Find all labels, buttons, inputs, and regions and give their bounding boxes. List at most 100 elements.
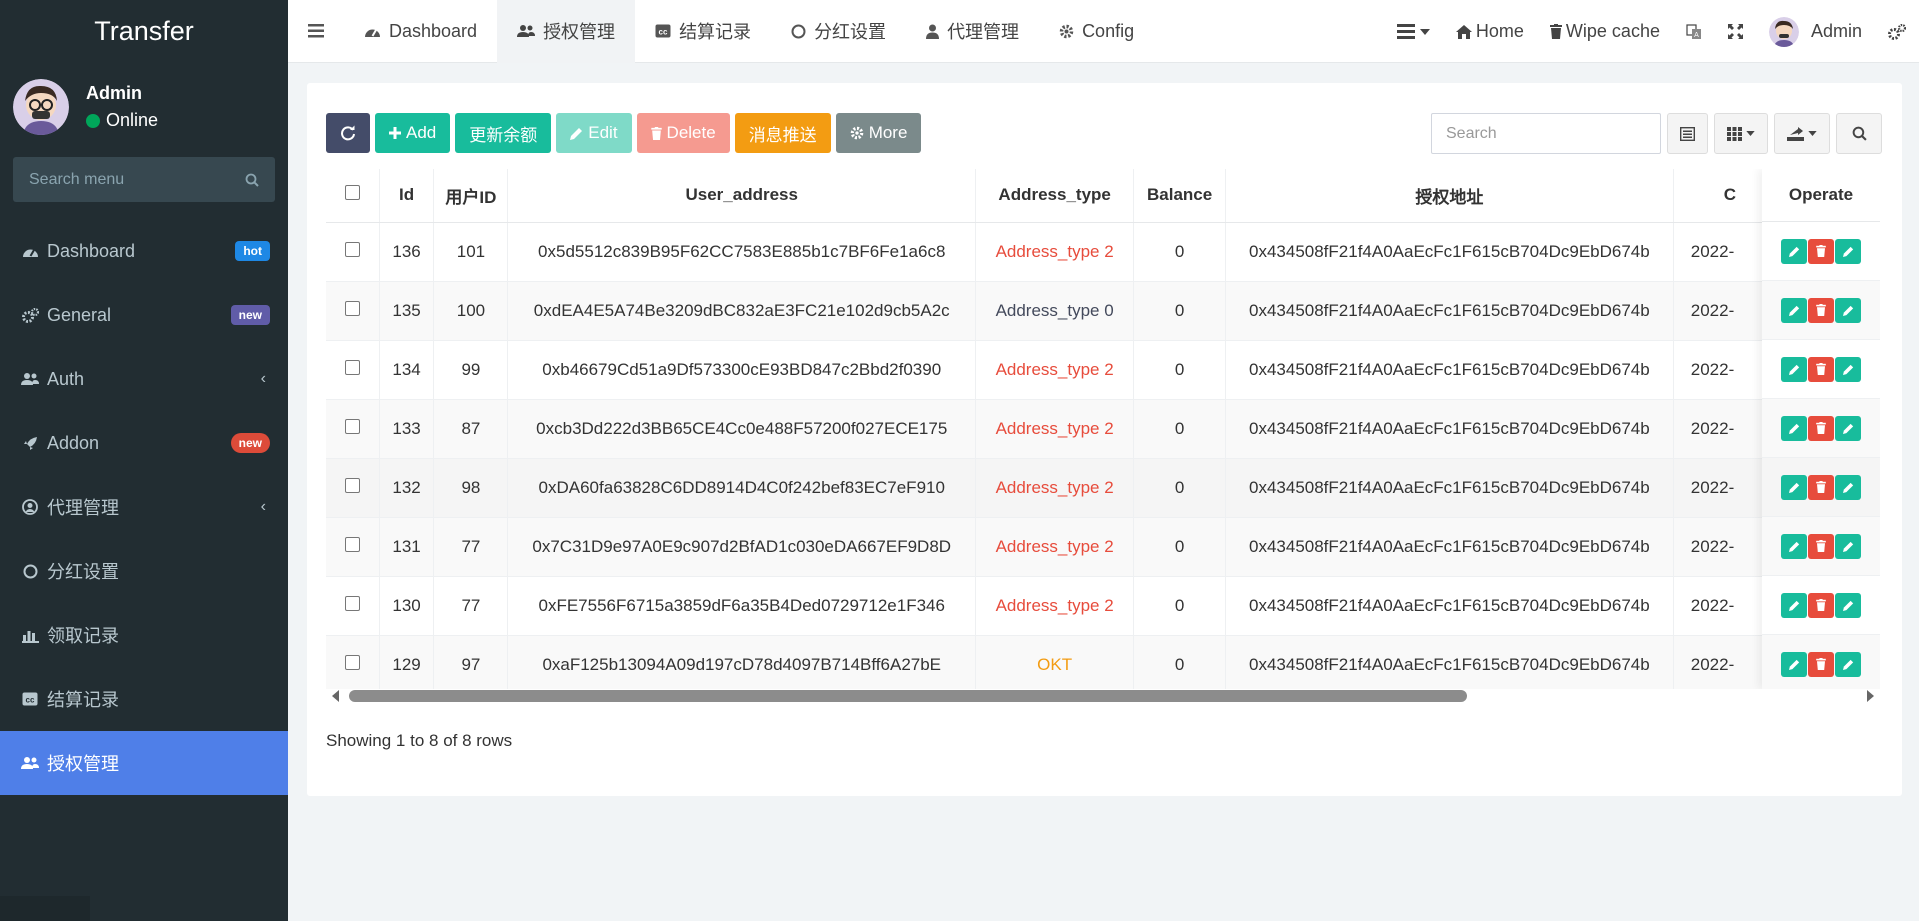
table-row[interactable]: 133 87 0xcb3Dd222d3BB65CE4Cc0e488F57200f02… bbox=[326, 399, 1880, 459]
brand-logo[interactable]: Transfer bbox=[0, 0, 288, 63]
row-delete-button[interactable] bbox=[1808, 238, 1834, 264]
operate-cell bbox=[1762, 340, 1880, 399]
horizontal-scrollbar[interactable] bbox=[326, 689, 1880, 703]
export-dropdown-button[interactable] bbox=[1774, 113, 1830, 154]
col-address-type[interactable]: Address_type bbox=[975, 169, 1135, 223]
sidebar-item-dashboard[interactable]: Dashboard hot bbox=[0, 219, 288, 283]
row-edit-button[interactable] bbox=[1781, 592, 1807, 618]
scroll-right-icon[interactable] bbox=[1867, 690, 1874, 702]
row-edit-alt-button[interactable] bbox=[1835, 238, 1861, 264]
tab-authorization[interactable]: 授权管理 bbox=[497, 0, 636, 63]
table-row[interactable]: 130 77 0xFE7556F6715a3859dF6a35B4Ded072971… bbox=[326, 576, 1880, 636]
row-checkbox[interactable] bbox=[344, 477, 360, 493]
cell-address-type: Address_type 2 bbox=[975, 458, 1135, 518]
row-edit-alt-button[interactable] bbox=[1835, 474, 1861, 500]
row-checkbox[interactable] bbox=[344, 359, 360, 375]
svg-text:cc: cc bbox=[659, 28, 668, 37]
row-edit-alt-button[interactable] bbox=[1835, 592, 1861, 618]
row-delete-button[interactable] bbox=[1808, 592, 1834, 618]
settings-button[interactable] bbox=[1875, 0, 1919, 63]
search-toggle-button[interactable] bbox=[1836, 113, 1882, 154]
avatar bbox=[1768, 16, 1799, 47]
toggle-view-button[interactable] bbox=[1667, 113, 1708, 154]
table-row[interactable]: 135 100 0xdEA4E5A74Be3209dBC832aE3FC21e102… bbox=[326, 281, 1880, 341]
table-row[interactable]: 129 97 0xaF125b13094A09d197cD78d4097B714Bf… bbox=[326, 635, 1880, 689]
sidebar-item-agent[interactable]: 代理管理 ‹ bbox=[0, 475, 288, 539]
row-delete-button[interactable] bbox=[1808, 356, 1834, 382]
sidebar-item-addon[interactable]: Addon new bbox=[0, 411, 288, 475]
row-edit-alt-button[interactable] bbox=[1835, 297, 1861, 323]
row-checkbox[interactable] bbox=[344, 418, 360, 434]
tab-dividend[interactable]: 分红设置 bbox=[771, 0, 906, 63]
row-checkbox[interactable] bbox=[344, 536, 360, 552]
push-message-button[interactable]: 消息推送 bbox=[734, 113, 831, 153]
menu-toggle-button[interactable] bbox=[288, 0, 344, 63]
operate-column: Operate bbox=[1762, 169, 1880, 689]
col-balance[interactable]: Balance bbox=[1133, 169, 1226, 223]
refresh-button[interactable] bbox=[326, 113, 370, 153]
sidebar-item-authorization[interactable]: 授权管理 bbox=[0, 731, 288, 795]
col-created[interactable]: C bbox=[1673, 169, 1768, 223]
hot-badge: hot bbox=[235, 241, 270, 261]
update-balance-button[interactable]: 更新余额 bbox=[455, 113, 552, 153]
row-edit-button[interactable] bbox=[1781, 238, 1807, 264]
row-delete-button[interactable] bbox=[1808, 297, 1834, 323]
row-edit-button[interactable] bbox=[1781, 297, 1807, 323]
home-label: Home bbox=[1475, 21, 1524, 41]
row-edit-alt-button[interactable] bbox=[1835, 415, 1861, 441]
row-delete-button[interactable] bbox=[1808, 415, 1834, 441]
row-edit-alt-button[interactable] bbox=[1835, 533, 1861, 559]
cell-address-type: Address_type 2 bbox=[975, 222, 1135, 282]
row-delete-button[interactable] bbox=[1808, 474, 1834, 500]
home-link[interactable]: Home bbox=[1443, 0, 1537, 63]
language-button[interactable]: A bbox=[1673, 0, 1715, 63]
circle-icon bbox=[791, 24, 806, 39]
row-edit-button[interactable] bbox=[1781, 651, 1807, 677]
col-user-address[interactable]: User_address bbox=[507, 169, 977, 223]
scrollbar-thumb[interactable] bbox=[349, 690, 1467, 702]
select-all-checkbox[interactable] bbox=[344, 185, 360, 201]
row-edit-button[interactable] bbox=[1781, 356, 1807, 382]
cell-auth-address: 0x434508fF21f4A0AaEcFc1F615cB704Dc9EbD67… bbox=[1225, 399, 1674, 459]
table-row[interactable]: 134 99 0xb46679Cd51a9Df573300cE93BD847c2Bb… bbox=[326, 340, 1880, 400]
wipe-cache-button[interactable]: Wipe cache bbox=[1537, 0, 1673, 63]
table-search-input[interactable] bbox=[1431, 113, 1661, 154]
row-edit-button[interactable] bbox=[1781, 474, 1807, 500]
row-checkbox[interactable] bbox=[344, 241, 360, 257]
table-row[interactable]: 132 98 0xDA60fa63828C6DD8914D4C0f242bef83E… bbox=[326, 458, 1880, 518]
tab-dashboard[interactable]: Dashboard bbox=[344, 0, 497, 63]
sidebar: Transfer Admin Online Search menu Dashbo… bbox=[0, 0, 288, 921]
more-button[interactable]: More bbox=[835, 113, 922, 153]
columns-dropdown-button[interactable] bbox=[1714, 113, 1768, 154]
sidebar-item-dividend[interactable]: 分红设置 bbox=[0, 539, 288, 603]
multi-tab-dropdown[interactable] bbox=[1384, 0, 1443, 63]
add-button[interactable]: Add bbox=[375, 113, 451, 153]
edit-button[interactable]: Edit bbox=[556, 113, 632, 153]
col-id[interactable]: Id bbox=[379, 169, 435, 223]
tab-settlement[interactable]: cc 结算记录 bbox=[635, 0, 771, 63]
user-menu[interactable]: Admin bbox=[1756, 0, 1875, 63]
row-checkbox[interactable] bbox=[344, 595, 360, 611]
row-delete-button[interactable] bbox=[1808, 533, 1834, 559]
row-checkbox[interactable] bbox=[344, 654, 360, 670]
delete-button[interactable]: Delete bbox=[636, 113, 730, 153]
search-menu-input[interactable]: Search menu bbox=[13, 157, 275, 202]
row-delete-button[interactable] bbox=[1808, 651, 1834, 677]
row-edit-button[interactable] bbox=[1781, 533, 1807, 559]
tab-agent[interactable]: 代理管理 bbox=[906, 0, 1039, 63]
scroll-left-icon[interactable] bbox=[332, 690, 339, 702]
sidebar-item-settlement[interactable]: cc 结算记录 bbox=[0, 667, 288, 731]
row-edit-button[interactable] bbox=[1781, 415, 1807, 441]
table-row[interactable]: 131 77 0x7C31D9e97A0E9c907d2BfAD1c030eDA66… bbox=[326, 517, 1880, 577]
row-checkbox[interactable] bbox=[344, 300, 360, 316]
tab-config[interactable]: Config bbox=[1039, 0, 1154, 63]
table-row[interactable]: 136 101 0x5d5512c839B95F62CC7583E885b1c7BF… bbox=[326, 222, 1880, 282]
row-edit-alt-button[interactable] bbox=[1835, 356, 1861, 382]
sidebar-item-auth[interactable]: Auth ‹ bbox=[0, 347, 288, 411]
col-user-id[interactable]: 用户ID bbox=[433, 169, 509, 223]
sidebar-item-claim[interactable]: 领取记录 bbox=[0, 603, 288, 667]
col-auth-address[interactable]: 授权地址 bbox=[1225, 169, 1674, 223]
row-edit-alt-button[interactable] bbox=[1835, 651, 1861, 677]
fullscreen-button[interactable] bbox=[1715, 0, 1756, 63]
sidebar-item-general[interactable]: General new bbox=[0, 283, 288, 347]
